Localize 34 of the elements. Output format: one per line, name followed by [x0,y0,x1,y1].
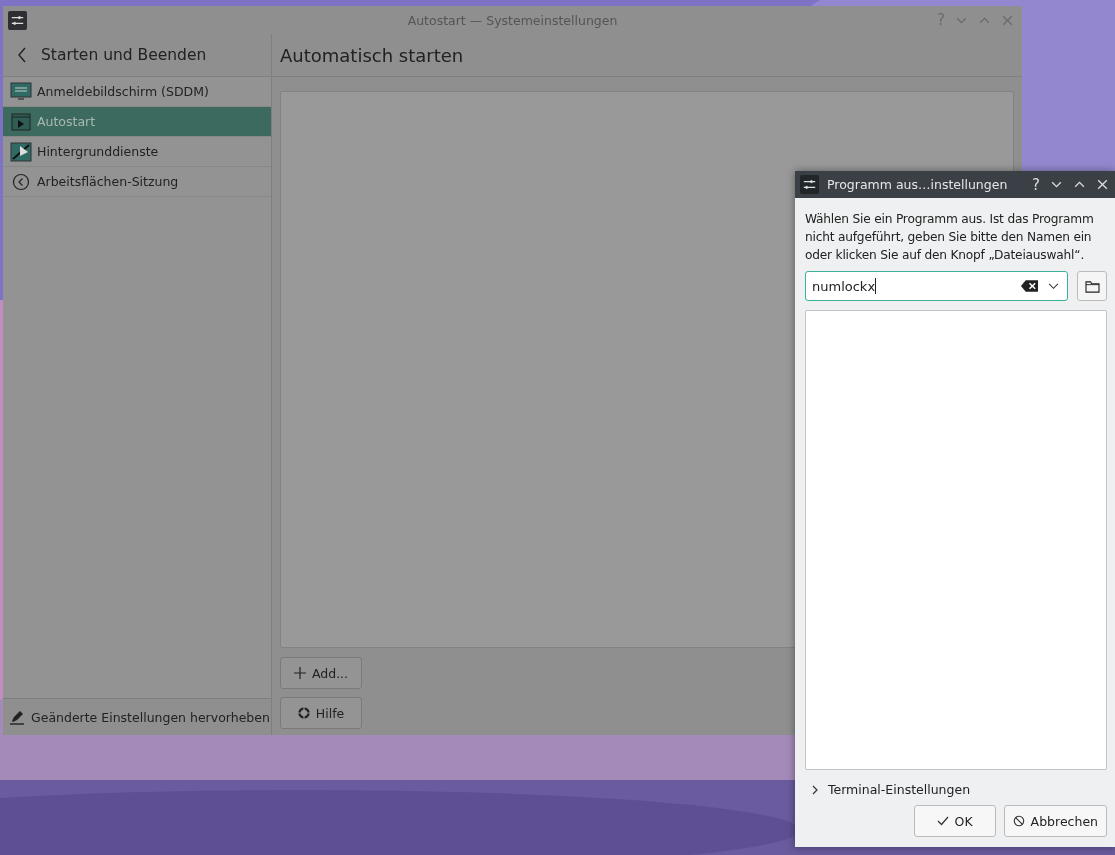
window-title: Autostart — Systemeinstellungen [407,12,618,28]
highlight-changes-button[interactable]: Geänderte Einstellungen hervorheben [3,705,276,729]
service-icon [10,141,32,162]
plus-icon [293,667,306,679]
sidebar-title: Starten und Beenden [41,46,207,64]
add-button[interactable]: Add... [280,657,362,689]
instruction-text: Wählen Sie ein Programm aus. Ist das Programm nicht aufgeführt, geben Sie bitte den Namen ein oder klicken Sie auf den Knopf „Dateiauswahl“. [805,211,1095,264]
folder-button[interactable] [1077,271,1107,301]
ok-button[interactable]: OK [913,805,996,837]
clear-icon[interactable] [1021,280,1038,292]
cancel-button[interactable]: Abbrechen [1003,805,1107,837]
sidebar-item[interactable]: Autostart [3,107,271,137]
help-button[interactable]: Hilfe [280,697,362,729]
sliders-icon [800,175,819,194]
chevron-icon [811,783,819,796]
monitor-icon [10,81,32,102]
cancel-icon [1012,815,1025,827]
sliders-icon [8,10,27,30]
help-button[interactable]: ? [1032,175,1040,194]
session-icon [10,171,32,192]
sidebar-item[interactable]: Hintergrunddienste [3,137,271,167]
folder-icon [1084,279,1100,293]
play-window-icon [10,111,32,132]
program-field[interactable]: numlockx [805,271,1068,301]
lifebuoy-icon [297,707,310,719]
dialog-title: Programm aus…instellungen [827,177,1008,192]
sidebar-item[interactable]: Arbeitsflächen-Sitzung [3,167,271,197]
pen-icon [9,709,25,725]
back-icon[interactable] [17,47,27,63]
terminal-settings-toggle[interactable]: Terminal-Einstellungen [805,778,977,801]
close-icon[interactable] [1096,178,1109,191]
dropdown-icon[interactable] [1048,282,1059,290]
checkmark-icon [936,815,949,827]
page-heading: Automatisch starten [280,44,464,66]
